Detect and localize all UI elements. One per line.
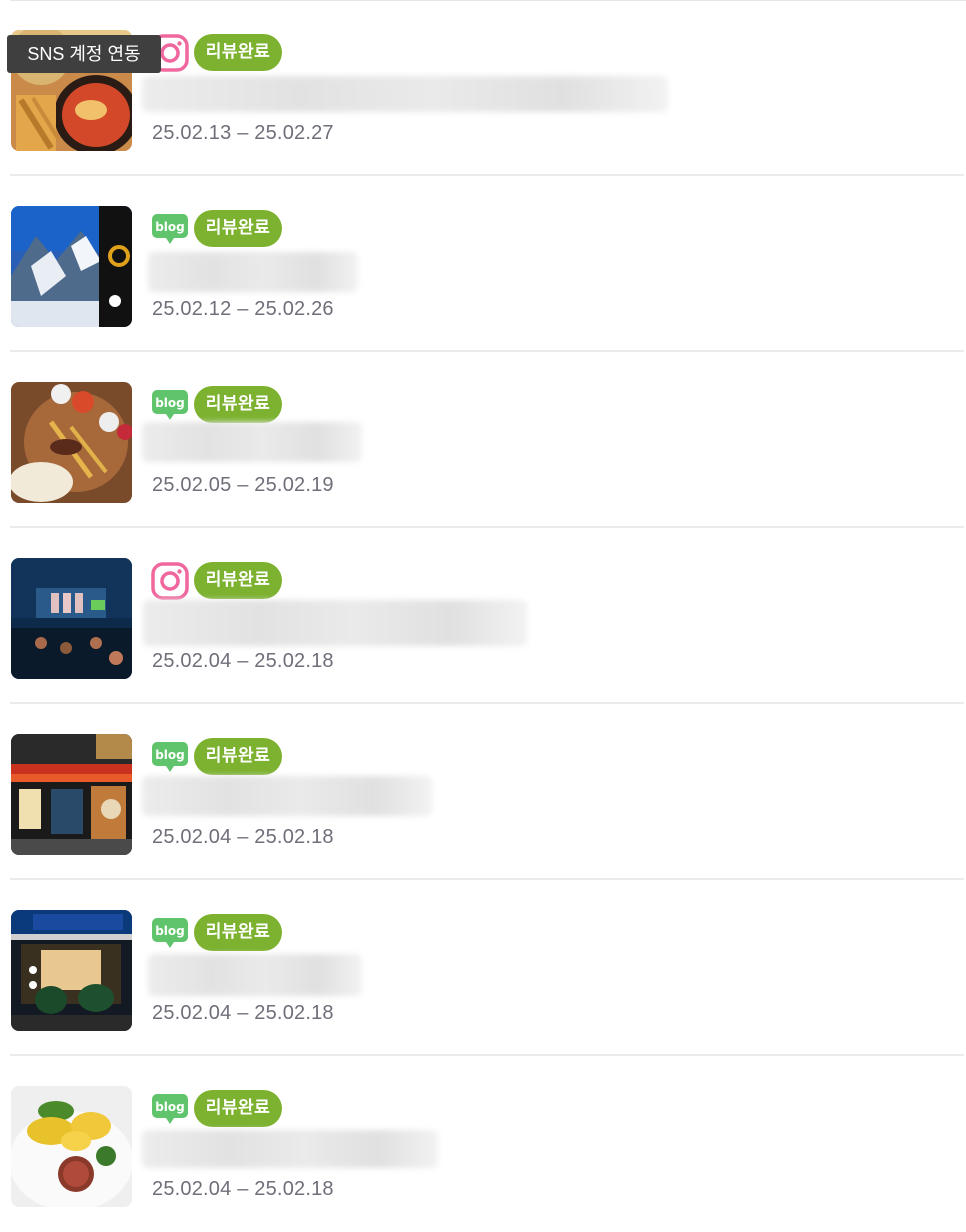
blog-icon-text: blog: [155, 924, 185, 938]
list-item[interactable]: blog 리뷰완료 25.02.05 – 25.02.19: [0, 352, 966, 528]
blurred-title[interactable]: [142, 76, 668, 112]
list-item[interactable]: blog 리뷰완료 25.02.04 – 25.02.18: [0, 880, 966, 1056]
thumbnail-image[interactable]: [11, 1086, 132, 1207]
thumbnail-image[interactable]: [11, 734, 132, 855]
review-complete-badge: 리뷰완료: [194, 1090, 282, 1127]
blurred-title[interactable]: [143, 600, 527, 646]
thumbnail-image[interactable]: [11, 558, 132, 679]
list-item[interactable]: blog 리뷰완료 25.02.12 – 25.02.26: [0, 176, 966, 352]
instagram-icon: [151, 562, 189, 600]
date-range: 25.02.05 – 25.02.19: [152, 474, 334, 496]
date-range: 25.02.04 – 25.02.18: [152, 826, 334, 848]
blurred-title[interactable]: [148, 954, 362, 996]
date-range: 25.02.12 – 25.02.26: [152, 298, 334, 320]
blurred-title[interactable]: [142, 1130, 438, 1168]
naver-blog-icon: blog: [151, 1090, 189, 1128]
list-item[interactable]: blog 리뷰완료 25.02.04 – 25.02.18: [0, 1056, 966, 1232]
review-complete-badge: 리뷰완료: [194, 210, 282, 247]
review-complete-badge: 리뷰완료: [194, 562, 282, 599]
review-complete-badge: 리뷰완료: [194, 914, 282, 951]
date-range: 25.02.04 – 25.02.18: [152, 1178, 334, 1200]
review-complete-badge: 리뷰완료: [194, 386, 282, 423]
date-range: 25.02.04 – 25.02.18: [152, 1002, 334, 1024]
naver-blog-icon: blog: [151, 914, 189, 952]
review-complete-badge: 리뷰완료: [194, 34, 282, 71]
blurred-title[interactable]: [142, 776, 432, 816]
thumbnail-image[interactable]: [11, 206, 132, 327]
date-range: 25.02.13 – 25.02.27: [152, 122, 334, 144]
list-item[interactable]: blog 리뷰완료 25.02.04 – 25.02.18: [0, 704, 966, 880]
thumbnail-image[interactable]: [11, 910, 132, 1031]
thumbnail-image[interactable]: [11, 382, 132, 503]
date-range: 25.02.04 – 25.02.18: [152, 650, 334, 672]
blurred-title[interactable]: [142, 422, 362, 462]
naver-blog-icon: blog: [151, 738, 189, 776]
blog-icon-text: blog: [155, 220, 185, 234]
blurred-title[interactable]: [148, 252, 358, 292]
list-item[interactable]: 리뷰완료 25.02.13 – 25.02.27: [0, 0, 966, 176]
naver-blog-icon: blog: [151, 386, 189, 424]
blog-icon-text: blog: [155, 748, 185, 762]
list-item[interactable]: 리뷰완료 25.02.04 – 25.02.18: [0, 528, 966, 704]
naver-blog-icon: blog: [151, 210, 189, 248]
blog-icon-text: blog: [155, 1100, 185, 1114]
sns-link-tooltip: SNS 계정 연동: [7, 35, 161, 73]
review-complete-badge: 리뷰완료: [194, 738, 282, 775]
blog-icon-text: blog: [155, 396, 185, 410]
